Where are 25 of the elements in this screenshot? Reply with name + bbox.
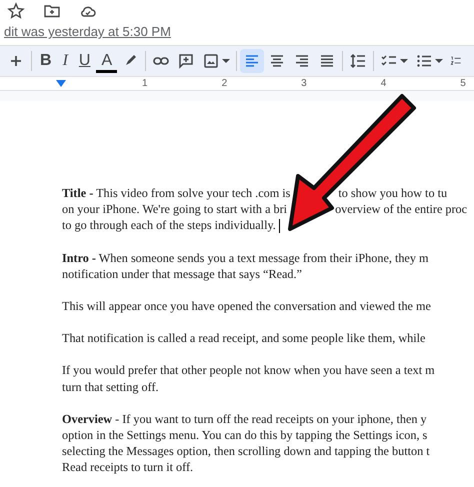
ruler-number: 3 bbox=[301, 78, 307, 89]
document-text: notification under that message that says “Read.” bbox=[62, 266, 302, 282]
document-text: selecting the Messages option, then scrolling down and tapping the button t bbox=[62, 443, 430, 460]
document-text: turn that setting off. bbox=[62, 378, 159, 395]
document-text: to show you how to tu bbox=[338, 185, 448, 202]
ruler-number: 4 bbox=[380, 78, 386, 89]
format-button[interactable]: A bbox=[96, 50, 118, 72]
document-text: option in the Settings menu. You can do this by tapping the Settings icon, s bbox=[62, 427, 428, 444]
format-button[interactable]: U bbox=[74, 50, 96, 72]
document-text: to go through each of the steps individually. bbox=[62, 217, 276, 234]
document-text: Title - This video from solve your tech .com is bbox=[62, 185, 290, 202]
ruler-number: 2 bbox=[222, 78, 228, 89]
document-text: That notification is called a read receipt, and some people like them, while bbox=[62, 330, 426, 346]
document-text: Read receipts to turn it off. bbox=[62, 459, 194, 476]
document-text: Intro - When someone sends you a text message from their iPhone, they m bbox=[62, 250, 428, 266]
format-button[interactable]: B bbox=[35, 50, 57, 72]
ruler-number: 5 bbox=[460, 78, 466, 89]
format-button[interactable]: I bbox=[58, 50, 73, 72]
ruler-number: 1 bbox=[142, 78, 148, 89]
document-text: If you would prefer that other people not know when you have seen a text m bbox=[62, 362, 435, 379]
document-text: Overview - If you want to turn off the read receipts on your iphone, then y bbox=[62, 410, 427, 428]
document-text: overview of the entire proc bbox=[335, 201, 468, 218]
last-edit-link[interactable]: dit was yesterday at 5:30 PM bbox=[4, 24, 171, 39]
document-text: This will appear once you have opened the conversation and viewed the me bbox=[62, 298, 431, 314]
document-text: on your iPhone. We're going to start with a bri bbox=[62, 201, 288, 218]
